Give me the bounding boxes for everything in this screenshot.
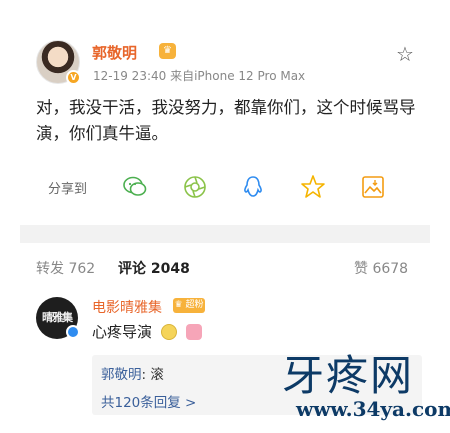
vip-crown-icon: ♛ [159,43,176,59]
commenter-avatar-text: 晴雅集 [42,311,73,324]
reply-text: : 滚 [141,367,164,383]
tab-likes[interactable]: 赞 6678 [354,258,408,278]
share-label: 分享到 [48,182,88,197]
watermark-url: www.34ya.com [296,397,450,421]
verified-badge-icon: V [66,70,81,85]
post-text: 对，我没干活，我没努力，都靠你们，这个时候骂导演，你们真牛逼。 [36,98,416,143]
heart-emoji-icon [185,324,202,340]
reply-line: 郭敬明: 滚 [101,363,164,383]
section-divider [20,225,430,243]
qzone-icon[interactable] [300,174,326,200]
interaction-tabs: 转发 762 评论 2048 赞 6678 [36,258,416,280]
fan-badge: ♛ 超粉 [173,298,205,313]
wechat-icon[interactable] [122,174,148,200]
share-bar: 分享到 [48,172,418,202]
commenter-name[interactable]: 电影晴雅集 [92,297,162,317]
post-source: 来自iPhone 12 Pro Max [170,69,306,83]
tab-comments[interactable]: 评论 2048 [118,258,190,278]
blue-verified-icon [66,325,80,339]
moments-icon[interactable] [182,174,208,200]
view-replies-link[interactable]: 共120条回复 > [101,391,196,411]
favorite-star-icon[interactable]: ☆ [396,42,414,66]
author-name[interactable]: 郭敬明 [92,42,137,63]
comment-body: 心疼导演 [92,323,153,341]
tab-repost[interactable]: 转发 762 [36,258,95,278]
sad-face-emoji-icon [160,324,177,340]
post-timestamp: 12-19 23:40 [93,69,167,83]
watermark-title: 牙疼网 [282,351,415,400]
comment-text: 心疼导演 [92,321,202,342]
post-header: V 郭敬明 ♛ 12-19 23:40 来自iPhone 12 Pro Max … [36,40,416,88]
picture-share-icon[interactable] [360,174,386,200]
post-meta: 12-19 23:40 来自iPhone 12 Pro Max [93,67,305,84]
qq-icon[interactable] [240,174,266,200]
reply-author[interactable]: 郭敬明 [101,367,142,383]
